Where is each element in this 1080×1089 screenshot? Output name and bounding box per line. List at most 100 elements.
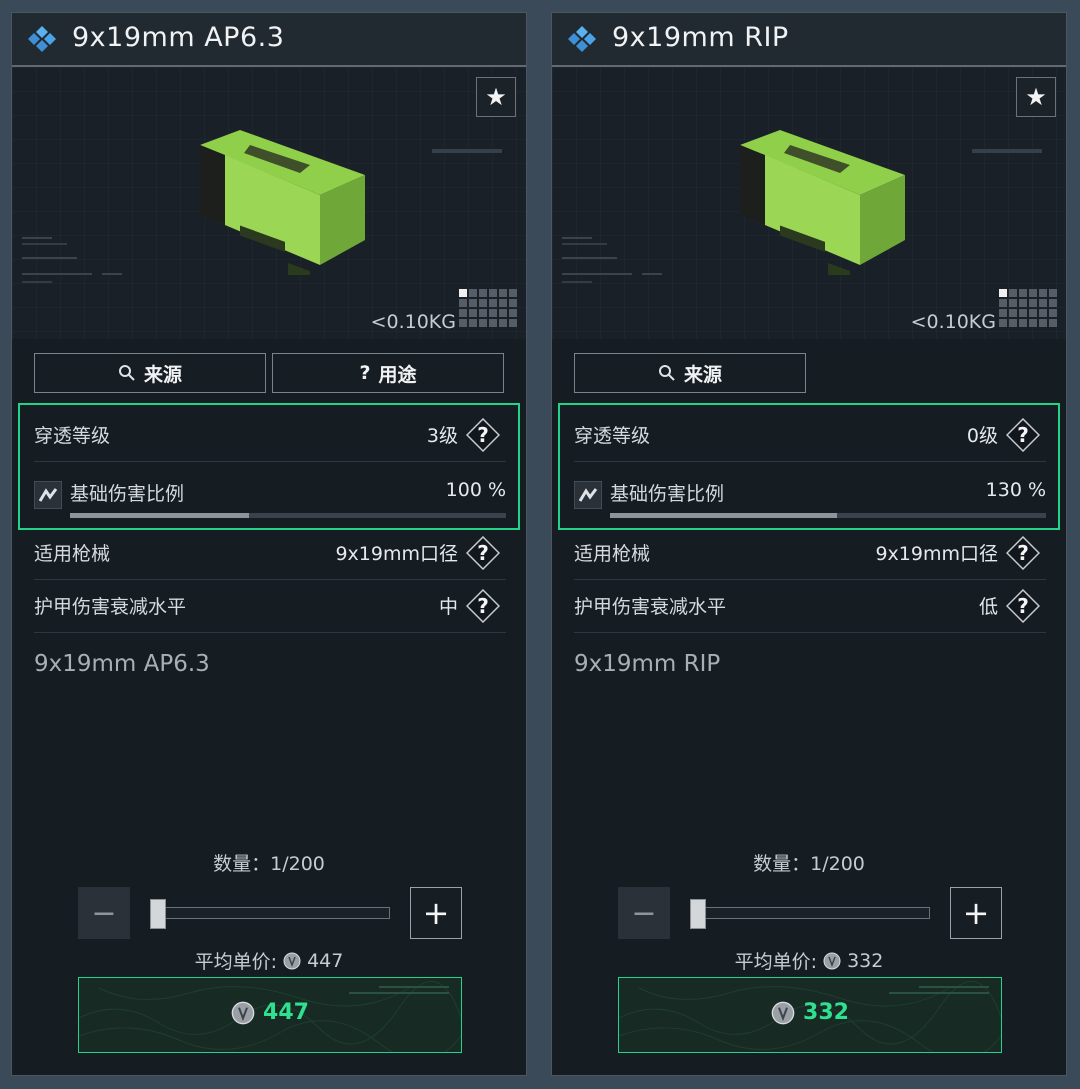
slider-thumb[interactable] [690,899,706,929]
base-damage-row: 基础伤害比例 130 % [574,473,1046,529]
decorative-code [432,149,502,153]
coin-icon [283,952,301,969]
help-icon[interactable]: ? [466,536,500,570]
source-button[interactable]: 来源 [34,353,266,393]
favorite-button[interactable]: ★ [1016,77,1056,117]
slider-track [150,907,390,919]
buy-content: 332 [619,1000,1001,1025]
source-label: 来源 [683,363,722,386]
item-name: 9x19mm AP6.3 [34,651,210,677]
armor-decay-label: 护甲伤害衰减水平 [34,596,187,618]
penetration-row: 穿透等级 3级 ? [34,409,506,462]
quantity-slider[interactable] [150,899,390,929]
svg-text:?: ? [1017,541,1029,565]
buy-price: 447 [263,1000,309,1025]
item-title: 9x19mm RIP [612,22,789,53]
armor-decay-value: 低 [978,596,998,618]
ammo-box-image [740,130,905,275]
plus-icon: + [962,894,990,932]
base-damage-bar [70,513,506,518]
slider-track [690,907,930,919]
increase-button[interactable]: + [950,887,1002,939]
base-damage-fill [70,513,249,518]
star-icon: ★ [1025,83,1047,111]
weapon-label: 适用枪械 [574,543,651,565]
weapon-value: 9x19mm口径 [335,543,458,565]
weapon-label: 适用枪械 [34,543,111,565]
quantity-label: 数量：1/200 [753,853,865,875]
decorative-text [22,237,122,283]
item-weight: <0.10KG [370,311,456,333]
item-title: 9x19mm AP6.3 [72,22,285,53]
base-damage-row: 基础伤害比例 100 % [34,473,506,529]
coin-icon [771,1001,795,1024]
action-buttons: 来源 ? 用途 [34,353,516,395]
action-buttons: 来源 [574,353,1056,395]
avg-price-label: 平均单价: [734,951,818,973]
search-icon [658,365,675,381]
slider-thumb[interactable] [150,899,166,929]
svg-text:?: ? [1017,423,1029,447]
usage-button[interactable]: ? 用途 [272,353,504,393]
weapon-row: 适用枪械 9x19mm口径 ? [574,527,1046,580]
svg-text:?: ? [477,541,489,565]
avg-price-label: 平均单价: [194,951,278,973]
buy-content: 447 [79,1000,461,1025]
title-bar: 9x19mm AP6.3 [12,13,526,67]
base-damage-label: 基础伤害比例 [70,483,185,505]
quantity-slider[interactable] [690,899,930,929]
average-price: 平均单价: 447 [12,947,526,974]
armor-decay-label: 护甲伤害衰减水平 [574,596,727,618]
question-icon: ? [359,362,371,384]
svg-text:?: ? [477,423,489,447]
favorite-button[interactable]: ★ [476,77,516,117]
penetration-value: 0级 [966,425,998,447]
svg-text:?: ? [477,594,489,618]
item-weight: <0.10KG [910,311,996,333]
coin-icon [231,1001,255,1024]
base-damage-value: 130 % [985,479,1046,501]
title-bar: 9x19mm RIP [552,13,1066,67]
armor-decay-row: 护甲伤害衰减水平 低 ? [574,580,1046,633]
help-icon[interactable]: ? [1006,536,1040,570]
base-damage-value: 100 % [445,479,506,501]
penetration-value: 3级 [426,425,458,447]
source-button[interactable]: 来源 [574,353,806,393]
weapon-row: 适用枪械 9x19mm口径 ? [34,527,506,580]
item-name: 9x19mm RIP [574,651,721,677]
star-icon: ★ [485,83,507,111]
decorative-text [562,237,662,283]
penetration-label: 穿透等级 [34,425,111,447]
decrease-button[interactable]: − [78,887,130,939]
inventory-size-grid [999,289,1057,327]
help-icon[interactable]: ? [1006,589,1040,623]
quantity-label: 数量：1/200 [213,853,325,875]
base-damage-label: 基础伤害比例 [610,483,725,505]
ammo-box-image [200,130,365,275]
penetration-row: 穿透等级 0级 ? [574,409,1046,462]
increase-button[interactable]: + [410,887,462,939]
help-icon[interactable]: ? [466,589,500,623]
decrease-button[interactable]: − [618,887,670,939]
help-icon[interactable]: ? [466,418,500,452]
svg-text:?: ? [1017,594,1029,618]
plus-icon: + [422,894,450,932]
weapon-value: 9x19mm口径 [875,543,998,565]
search-icon [118,365,135,381]
coin-icon [823,952,841,969]
base-damage-fill [610,513,837,518]
help-icon[interactable]: ? [1006,418,1040,452]
average-price: 平均单价: 332 [552,947,1066,974]
penetration-label: 穿透等级 [574,425,651,447]
base-damage-bar [610,513,1046,518]
item-image-area: ★ <0.10KG [552,67,1066,339]
ammo-type-icon [568,26,596,52]
usage-label: 用途 [378,363,417,386]
armor-decay-value: 中 [438,596,458,618]
decorative-code [972,149,1042,153]
buy-button[interactable]: 332 [618,977,1002,1053]
armor-decay-row: 护甲伤害衰减水平 中 ? [34,580,506,633]
buy-button[interactable]: 447 [78,977,462,1053]
inventory-size-grid [459,289,517,327]
item-panel: 9x19mm RIP ★ <0.10KG 来源 穿透等级 0级 ? 基础伤害比例… [551,12,1067,1076]
